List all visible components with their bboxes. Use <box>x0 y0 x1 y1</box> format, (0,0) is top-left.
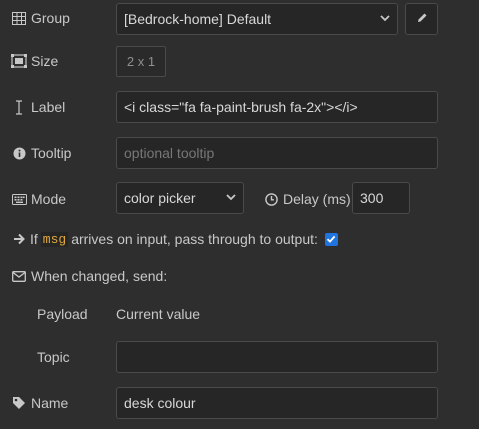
passthrough-msg-code: msg <box>40 231 69 247</box>
group-row: Group [Bedrock-home] Default <box>0 0 479 40</box>
payload-value: Current value <box>116 306 201 322</box>
info-circle-icon <box>11 145 27 161</box>
mode-row: Mode color picker Delay (ms) 300 <box>0 182 479 218</box>
topic-row: Topic <box>0 340 479 376</box>
size-button[interactable]: 2 x 1 <box>116 46 166 77</box>
pencil-icon <box>416 11 428 27</box>
edit-group-button[interactable] <box>405 3 438 35</box>
when-changed-label: When changed, send: <box>31 268 168 284</box>
group-label: Group <box>31 10 70 26</box>
label-row: Label <i class="fa fa-paint-brush fa-2x"… <box>0 90 479 126</box>
when-changed-wrap: When changed, send: <box>11 268 167 284</box>
keyboard-icon <box>11 191 27 207</box>
table-icon <box>11 10 27 26</box>
passthrough-suffix: arrives on input, pass through to output… <box>71 231 318 247</box>
tooltip-row: Tooltip optional tooltip <box>0 136 479 172</box>
label-input[interactable]: <i class="fa fa-paint-brush fa-2x"></i> <box>116 91 438 123</box>
tooltip-label: Tooltip <box>31 145 72 161</box>
topic-label: Topic <box>37 349 70 365</box>
mode-select[interactable]: color picker <box>116 182 244 214</box>
name-label-wrap: Name <box>11 395 68 411</box>
passthrough-wrap: If msg arrives on input, pass through to… <box>11 231 338 247</box>
delay-label: Delay (ms) <box>283 191 351 207</box>
i-cursor-icon <box>11 99 27 115</box>
delay-label-wrap: Delay (ms) <box>263 191 351 207</box>
name-label: Name <box>31 395 69 411</box>
envelope-icon <box>11 268 27 284</box>
passthrough-row: If msg arrives on input, pass through to… <box>0 228 479 252</box>
chevron-down-icon <box>225 190 237 206</box>
passthrough-checkbox[interactable] <box>324 232 338 246</box>
mode-label-wrap: Mode <box>11 191 66 207</box>
object-group-icon <box>11 53 27 69</box>
clock-icon <box>263 191 279 207</box>
group-select-value: [Bedrock-home] Default <box>124 11 272 27</box>
mode-select-value: color picker <box>124 190 196 206</box>
label-label: Label <box>31 99 66 115</box>
group-select[interactable]: [Bedrock-home] Default <box>116 3 398 35</box>
topic-input[interactable] <box>116 341 438 373</box>
size-label-wrap: Size <box>11 53 58 69</box>
name-input[interactable]: desk colour <box>116 387 438 419</box>
when-changed-row: When changed, send: <box>0 266 479 290</box>
name-row: Name desk colour <box>0 386 479 422</box>
payload-row: Payload Current value <box>0 303 479 327</box>
delay-input[interactable]: 300 <box>352 182 410 214</box>
chevron-down-icon <box>379 11 391 27</box>
arrow-right-icon <box>11 231 27 247</box>
tag-icon <box>11 395 27 411</box>
label-label-wrap: Label <box>11 99 65 115</box>
payload-label: Payload <box>37 306 88 322</box>
passthrough-prefix: If <box>30 231 38 247</box>
size-label: Size <box>31 53 59 69</box>
tooltip-input[interactable]: optional tooltip <box>116 137 438 169</box>
tooltip-label-wrap: Tooltip <box>11 145 71 161</box>
group-label-wrap: Group <box>11 10 70 26</box>
mode-label: Mode <box>31 191 67 207</box>
size-row: Size 2 x 1 <box>0 44 479 80</box>
